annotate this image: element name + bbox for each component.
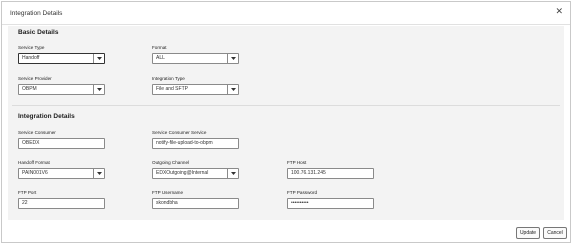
- dialog-title: Integration Details: [10, 10, 63, 17]
- ftp-host-label: FTP Host: [287, 160, 307, 165]
- close-icon[interactable]: ✕: [555, 7, 563, 16]
- service-consumer-label: Service Consumer: [18, 130, 56, 135]
- ftp-password-input[interactable]: ••••••••••: [287, 198, 374, 209]
- ftp-username-value: skondbha: [156, 200, 178, 206]
- handoff-format-value: PAIN001V6: [22, 170, 48, 176]
- service-provider-label: Service Provider: [18, 76, 52, 81]
- chevron-down-icon[interactable]: [93, 169, 104, 178]
- dialog-footer: Update Cancel: [2, 220, 570, 244]
- service-consumer-service-input[interactable]: notify-file-upload-to-obpm: [152, 138, 239, 149]
- integration-details-dialog: Integration Details ✕ Basic Details Serv…: [1, 1, 571, 243]
- chevron-down-icon[interactable]: [93, 54, 104, 63]
- handoff-format-label: Handoff Format: [18, 160, 50, 165]
- basic-details-title: Basic Details: [18, 29, 59, 36]
- ftp-username-label: FTP Username: [152, 190, 184, 195]
- service-provider-value: OBPM: [22, 86, 37, 92]
- ftp-port-label: FTP Port: [18, 190, 37, 195]
- outgoing-channel-select[interactable]: EDXOutgoing@Internal: [152, 168, 239, 179]
- service-consumer-input[interactable]: OBEDX: [18, 138, 105, 149]
- chevron-down-icon[interactable]: [93, 85, 104, 94]
- cancel-button[interactable]: Cancel: [543, 227, 567, 239]
- integration-details-title: Integration Details: [18, 113, 75, 120]
- integration-type-select[interactable]: File and SFTP: [152, 84, 239, 95]
- service-consumer-service-value: notify-file-upload-to-obpm: [156, 140, 213, 146]
- integration-type-value: File and SFTP: [156, 86, 188, 92]
- ftp-host-value: 100.76.131.245: [291, 170, 326, 176]
- dialog-titlebar: Integration Details ✕: [2, 2, 570, 25]
- dialog-body[interactable]: Basic Details Service Type Handoff Forma…: [8, 26, 564, 220]
- service-type-label: Service Type: [18, 45, 45, 50]
- ftp-port-input[interactable]: 22: [18, 198, 105, 209]
- section-divider: [12, 105, 560, 106]
- integration-type-label: Integration Type: [152, 76, 185, 81]
- format-label: Format: [152, 45, 167, 50]
- handoff-format-select[interactable]: PAIN001V6: [18, 168, 105, 179]
- chevron-down-icon[interactable]: [227, 169, 238, 178]
- service-type-value: Handoff: [22, 55, 40, 61]
- outgoing-channel-value: EDXOutgoing@Internal: [156, 170, 209, 176]
- ftp-username-input[interactable]: skondbha: [152, 198, 239, 209]
- service-consumer-value: OBEDX: [22, 140, 40, 146]
- ftp-port-value: 22: [22, 200, 28, 206]
- outgoing-channel-label: Outgoing Channel: [152, 160, 190, 165]
- service-provider-select[interactable]: OBPM: [18, 84, 105, 95]
- service-type-select[interactable]: Handoff: [18, 53, 105, 64]
- format-select[interactable]: ALL: [152, 53, 239, 64]
- ftp-password-value: ••••••••••: [291, 200, 309, 206]
- service-consumer-service-label: Service Consumer Service: [152, 130, 207, 135]
- chevron-down-icon[interactable]: [227, 54, 238, 63]
- ftp-host-input[interactable]: 100.76.131.245: [287, 168, 374, 179]
- update-button[interactable]: Update: [516, 227, 540, 239]
- ftp-password-label: FTP Password: [287, 190, 318, 195]
- chevron-down-icon[interactable]: [227, 85, 238, 94]
- format-value: ALL: [156, 55, 165, 61]
